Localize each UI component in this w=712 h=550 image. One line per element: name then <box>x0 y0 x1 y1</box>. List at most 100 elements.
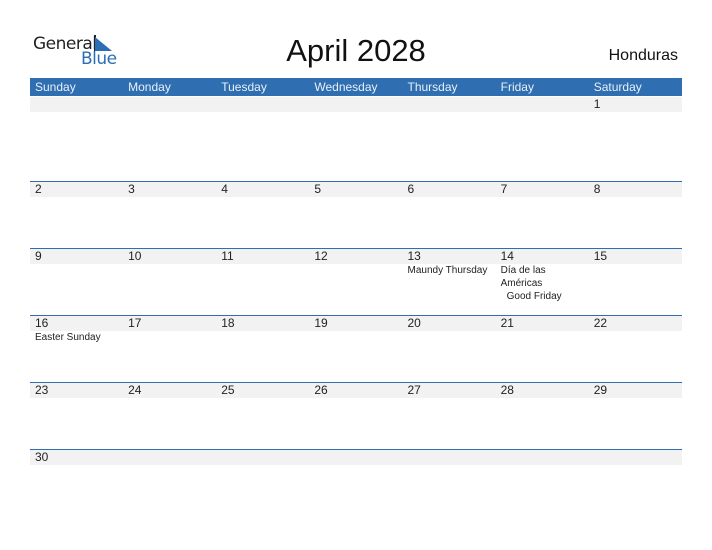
page-title: April 2028 <box>286 33 426 68</box>
day-cell: 26 <box>309 383 402 449</box>
day-number: 27 <box>407 383 421 397</box>
day-cell: 29 <box>589 383 682 449</box>
day-cell <box>30 96 123 181</box>
day-cell <box>309 96 402 181</box>
day-cell: 17 <box>123 316 216 382</box>
day-number <box>35 97 123 112</box>
day-cell: 3 <box>123 182 216 248</box>
day-number: 1 <box>593 97 601 111</box>
week-row: 2 3 4 5 6 7 8 <box>30 181 682 248</box>
day-number <box>128 450 216 465</box>
day-cell: 12 <box>309 249 402 315</box>
day-number <box>314 97 402 112</box>
holiday-label: Good Friday <box>506 291 562 302</box>
day-number <box>221 97 309 112</box>
day-cell: 21 <box>496 316 589 382</box>
week-cells: 9 10 11 12 13 Maundy Thursday 14 Día de las Amé… <box>30 249 682 315</box>
weeks-container: 1 2 3 4 5 6 7 8 9 10 11 12 13 Maundy Thursday 14 Día de… <box>30 96 682 516</box>
day-number: 3 <box>128 182 135 196</box>
day-cell: 20 <box>403 316 496 382</box>
day-number <box>408 97 496 112</box>
day-number: 9 <box>35 249 42 263</box>
weekday-monday: Monday <box>128 80 171 94</box>
day-number <box>314 450 402 465</box>
day-cell: 18 <box>216 316 309 382</box>
day-cell <box>123 96 216 181</box>
day-number <box>501 97 589 112</box>
weekday-header: Sunday Monday Tuesday Wednesday Thursday… <box>30 78 682 96</box>
week-cells: 16 Easter Sunday 17 18 19 20 21 22 <box>30 316 682 382</box>
day-cell: 22 <box>589 316 682 382</box>
day-cell: 13 Maundy Thursday <box>403 249 496 315</box>
day-number: 19 <box>314 316 328 330</box>
day-cell: 25 <box>216 383 309 449</box>
day-number: 10 <box>128 249 142 263</box>
day-number <box>501 450 589 465</box>
weekday-friday: Friday <box>500 80 534 94</box>
day-number: 23 <box>35 383 49 397</box>
day-cell: 4 <box>216 182 309 248</box>
day-cell <box>403 450 496 516</box>
day-cell: 9 <box>30 249 123 315</box>
week-row: 16 Easter Sunday 17 18 19 20 21 22 <box>30 315 682 382</box>
day-cell: 7 <box>496 182 589 248</box>
day-cell <box>496 96 589 181</box>
day-number: 16 <box>35 316 49 330</box>
week-row: 1 <box>30 96 682 181</box>
day-number: 26 <box>314 383 328 397</box>
country-label: Honduras <box>608 47 678 64</box>
day-number: 14 <box>500 249 514 263</box>
holiday-label: Maundy Thursday <box>407 265 488 276</box>
holiday-label: Easter Sunday <box>35 332 101 343</box>
day-cell <box>216 450 309 516</box>
day-number: 15 <box>593 249 608 263</box>
week-row: 9 10 11 12 13 Maundy Thursday 14 Día de las Amé… <box>30 248 682 315</box>
week-cells: 1 <box>30 96 682 181</box>
day-cell: 15 <box>589 249 682 315</box>
day-number: 6 <box>407 182 415 196</box>
day-cell <box>216 96 309 181</box>
day-cell <box>123 450 216 516</box>
day-cell: 8 <box>589 182 682 248</box>
day-number: 18 <box>221 316 235 330</box>
day-number: 13 <box>407 249 421 263</box>
day-number: 30 <box>35 450 49 464</box>
holiday-label: Día de las Américas <box>500 265 546 289</box>
day-cell: 16 Easter Sunday <box>30 316 123 382</box>
calendar-grid: Sunday Monday Tuesday Wednesday Thursday… <box>30 78 682 516</box>
day-number: 12 <box>314 249 328 263</box>
day-number: 17 <box>128 316 142 330</box>
day-cell <box>496 450 589 516</box>
day-number <box>594 450 682 465</box>
day-cell <box>589 450 682 516</box>
day-number: 11 <box>221 249 234 263</box>
day-cell: 10 <box>123 249 216 315</box>
day-cell: 1 <box>589 96 682 181</box>
week-cells: 2 3 4 5 6 7 8 <box>30 182 682 248</box>
day-cell <box>403 96 496 181</box>
weekday-saturday: Saturday <box>593 80 642 94</box>
weekday-wednesday: Wednesday <box>314 80 378 94</box>
day-number: 2 <box>35 182 42 196</box>
day-number: 5 <box>314 182 322 196</box>
day-number: 24 <box>128 383 142 397</box>
week-cells: 30 <box>30 450 682 516</box>
day-number: 28 <box>500 383 514 397</box>
day-number: 21 <box>500 316 514 330</box>
week-row: 30 <box>30 449 682 516</box>
day-number <box>128 97 216 112</box>
weekday-tuesday: Tuesday <box>221 80 267 94</box>
day-number: 7 <box>500 182 508 196</box>
day-cell <box>309 450 402 516</box>
day-cell: 28 <box>496 383 589 449</box>
day-number: 20 <box>407 316 421 330</box>
day-cell: 30 <box>30 450 123 516</box>
day-number: 4 <box>221 182 228 196</box>
week-cells: 23 24 25 26 27 28 29 <box>30 383 682 449</box>
day-cell: 27 <box>403 383 496 449</box>
day-number: 29 <box>593 383 608 397</box>
day-cell: 24 <box>123 383 216 449</box>
day-number: 22 <box>593 316 608 330</box>
weekday-sunday: Sunday <box>35 80 76 94</box>
day-cell: 2 <box>30 182 123 248</box>
